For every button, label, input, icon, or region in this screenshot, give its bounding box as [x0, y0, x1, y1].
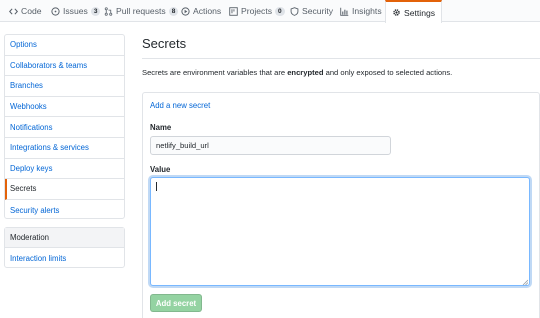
tab-label: Settings — [404, 7, 436, 18]
description-emphasis: encrypted — [287, 68, 324, 77]
page-title: Secrets — [142, 36, 187, 51]
settings-sidebar: Options Collaborators & teams Branches W… — [4, 34, 125, 219]
tab-label: Issues — [63, 6, 88, 16]
sidebar-item-branches[interactable]: Branches — [5, 76, 124, 97]
tab-label: Pull requests — [116, 6, 166, 16]
secret-name-input[interactable] — [150, 136, 391, 155]
tab-issues[interactable]: Issues 3 — [51, 0, 101, 22]
tab-label: Actions — [193, 6, 222, 16]
gear-icon — [392, 8, 401, 17]
tab-label: Insights — [352, 6, 382, 16]
description-text-end: and only exposed to selected actions. — [323, 68, 453, 77]
sidebar-item-options[interactable]: Options — [5, 35, 124, 56]
tab-code[interactable]: Code — [9, 0, 42, 22]
code-icon — [9, 7, 18, 16]
sidebar-item-deploy-keys[interactable]: Deploy keys — [5, 159, 124, 180]
resize-grip-icon[interactable] — [522, 279, 528, 285]
tab-label: Projects — [241, 6, 273, 16]
secret-value-textarea[interactable] — [150, 177, 530, 286]
moderation-heading: Moderation — [5, 228, 124, 248]
sidebar-item-interaction-limits[interactable]: Interaction limits — [5, 248, 124, 268]
sidebar-item-secrets[interactable]: Secrets — [5, 179, 124, 200]
tab-insights[interactable]: Insights — [340, 0, 382, 22]
tab-settings[interactable]: Settings — [385, 0, 443, 23]
issues-count-badge: 3 — [90, 6, 101, 16]
moderation-sidebar: Moderation Interaction limits — [4, 227, 125, 268]
add-new-secret-link[interactable]: Add a new secret — [150, 101, 210, 110]
tab-actions[interactable]: Actions — [181, 0, 221, 22]
repo-nav: Code Issues 3 Pull requests 8 Actions Pr… — [0, 0, 540, 23]
text-caret — [156, 182, 157, 191]
pull-requests-count-badge: 8 — [168, 6, 179, 16]
sidebar-item-integrations[interactable]: Integrations & services — [5, 138, 124, 159]
name-label: Name — [150, 123, 172, 132]
tab-label: Code — [21, 6, 42, 16]
sidebar-item-notifications[interactable]: Notifications — [5, 117, 124, 138]
projects-count-badge: 0 — [275, 6, 285, 16]
sidebar-item-security-alerts[interactable]: Security alerts — [5, 200, 124, 221]
tab-projects[interactable]: Projects 0 — [229, 0, 285, 22]
sidebar-item-webhooks[interactable]: Webhooks — [5, 97, 124, 118]
add-secret-button[interactable]: Add secret — [150, 294, 202, 312]
value-label: Value — [150, 165, 171, 174]
graph-icon — [340, 7, 349, 16]
tab-pull-requests[interactable]: Pull requests 8 — [104, 0, 179, 22]
sidebar-item-collaborators[interactable]: Collaborators & teams — [5, 56, 124, 77]
tab-label: Security — [302, 6, 334, 16]
pull-request-icon — [104, 6, 113, 16]
title-divider — [142, 58, 540, 59]
project-icon — [229, 6, 238, 16]
tab-security[interactable]: Security — [290, 0, 333, 22]
play-icon — [181, 6, 190, 16]
issue-icon — [51, 6, 60, 16]
shield-icon — [290, 6, 299, 16]
secrets-description: Secrets are environment variables that a… — [142, 68, 452, 77]
description-text: Secrets are environment variables that a… — [142, 68, 288, 77]
